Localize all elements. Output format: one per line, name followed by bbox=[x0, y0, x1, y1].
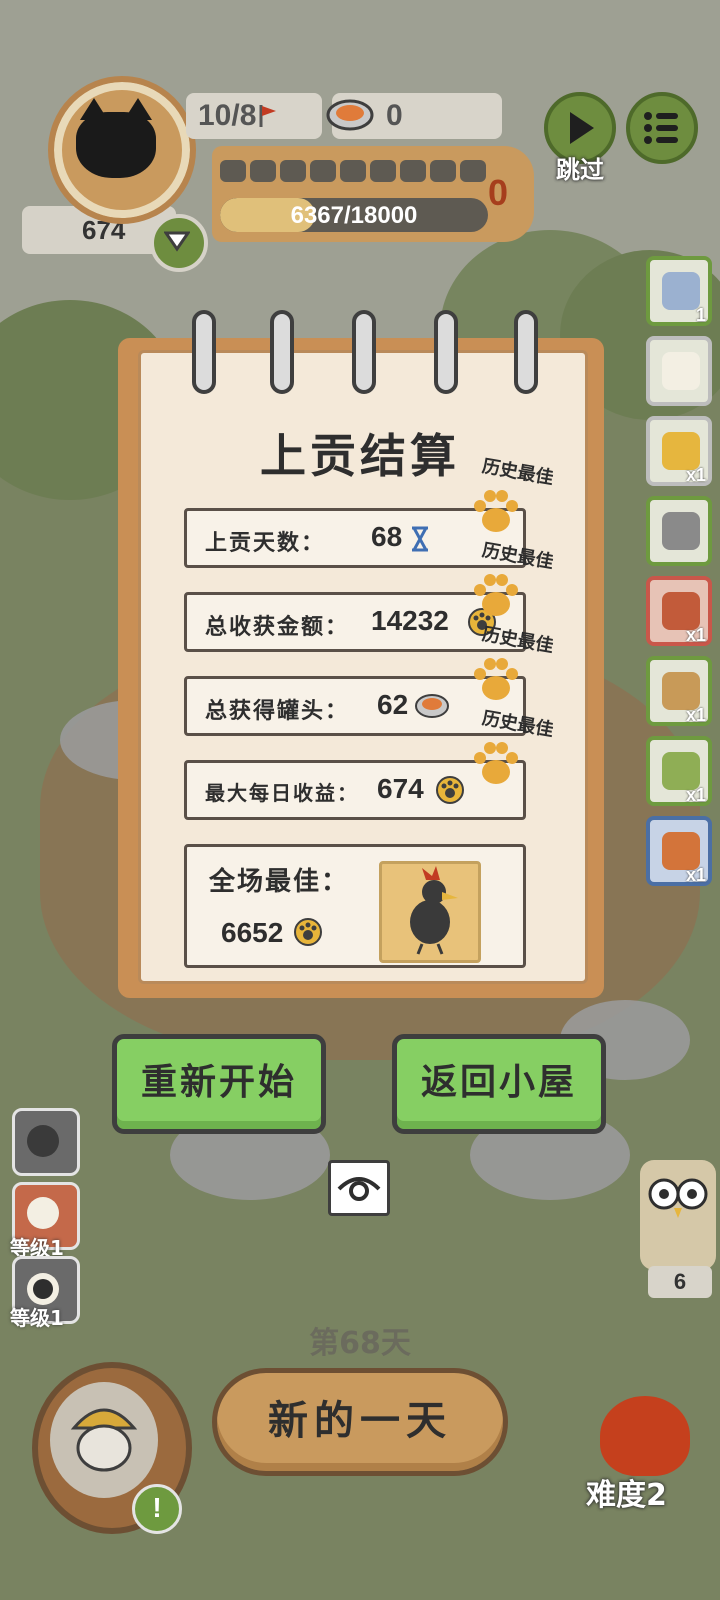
flag-icon bbox=[259, 105, 277, 127]
stat-label: 总获得罐头： bbox=[205, 699, 350, 724]
eye-icon bbox=[337, 1177, 381, 1201]
collapse-hud-button[interactable] bbox=[150, 214, 208, 272]
side-item-shorts[interactable] bbox=[646, 496, 712, 566]
item-count: 1 bbox=[695, 305, 706, 325]
side-item-feather[interactable] bbox=[646, 336, 712, 406]
player-avatar[interactable] bbox=[48, 76, 196, 224]
all-best-value: 6652 bbox=[221, 917, 284, 948]
explorer-helmet-icon bbox=[70, 1408, 138, 1472]
side-item-glove[interactable]: x1 bbox=[646, 816, 712, 886]
hourglass-item-icon bbox=[662, 272, 700, 310]
level-progress-panel: 6367/18000 bbox=[212, 146, 534, 242]
paw-stamp-icon bbox=[474, 742, 518, 784]
xp-text: 6367/18000 bbox=[290, 202, 418, 229]
skip-label: 跳过 bbox=[556, 156, 604, 184]
can-icon bbox=[326, 99, 374, 131]
notebook-ring bbox=[434, 310, 458, 394]
level-segments bbox=[220, 160, 486, 182]
paw-coin-icon bbox=[436, 776, 464, 804]
stat-value: 62 bbox=[377, 689, 409, 720]
new-day-button[interactable]: 新的一天 bbox=[212, 1368, 508, 1476]
difficulty-flame-icon[interactable] bbox=[600, 1396, 690, 1476]
paw-stamp-icon bbox=[474, 658, 518, 700]
can-icon bbox=[415, 694, 449, 718]
owl-character[interactable] bbox=[640, 1160, 716, 1270]
paw-coin-icon bbox=[294, 918, 322, 946]
stat-value: 68 bbox=[371, 521, 403, 552]
hourglass-icon bbox=[412, 526, 428, 552]
side-item-cage[interactable]: x1 bbox=[646, 576, 712, 646]
feather-item-icon bbox=[662, 352, 700, 390]
explorer-cat-avatar bbox=[50, 1382, 158, 1498]
item-count: x1 bbox=[685, 785, 706, 805]
notebook-ring bbox=[192, 310, 216, 394]
menu-button[interactable] bbox=[626, 92, 698, 164]
creature-silhouette-icon bbox=[27, 1125, 59, 1157]
all-best-card: 全场最佳： 6652 bbox=[184, 844, 526, 968]
all-best-label: 全场最佳： bbox=[209, 867, 350, 897]
stat-label: 总收获金额： bbox=[205, 615, 350, 640]
best-character-portrait bbox=[379, 861, 481, 963]
left-slot-creature[interactable] bbox=[12, 1108, 80, 1176]
stat-label: 上贡天数： bbox=[205, 531, 326, 556]
stat-value: 674 bbox=[377, 773, 424, 804]
black-cat-icon bbox=[76, 98, 156, 178]
item-count: x1 bbox=[685, 625, 706, 645]
notebook-ring bbox=[352, 310, 376, 394]
notebook-ring bbox=[514, 310, 538, 394]
menu-list-icon bbox=[644, 112, 678, 144]
difficulty-label: 难度2 bbox=[586, 1478, 667, 1513]
notebook-ring bbox=[270, 310, 294, 394]
owl-icon bbox=[648, 1178, 708, 1218]
toggle-view-button[interactable] bbox=[328, 1160, 390, 1216]
day-label: 第68天 bbox=[309, 1326, 411, 1361]
side-item-bag[interactable]: x1 bbox=[646, 656, 712, 726]
stat-value: 14232 bbox=[371, 605, 449, 636]
paw-stamp-icon bbox=[474, 574, 518, 616]
restart-button[interactable]: 重新开始 bbox=[112, 1034, 326, 1134]
item-count: x1 bbox=[685, 865, 706, 885]
item-count: x1 bbox=[685, 705, 706, 725]
alert-badge[interactable]: ! bbox=[132, 1484, 182, 1534]
back-home-button[interactable]: 返回小屋 bbox=[392, 1034, 606, 1134]
xp-bar: 6367/18000 bbox=[220, 198, 488, 232]
side-zero-value: 0 bbox=[488, 172, 509, 213]
side-item-hourglass[interactable]: 1 bbox=[646, 256, 712, 326]
can-counter: 0 bbox=[326, 93, 502, 139]
owl-count: 6 bbox=[648, 1266, 712, 1298]
paw-stamp-icon bbox=[474, 490, 518, 532]
dialog-title: 上贡结算 bbox=[260, 429, 460, 483]
shorts-item-icon bbox=[662, 512, 700, 550]
rooster-icon bbox=[410, 866, 458, 955]
chevron-down-icon bbox=[164, 231, 190, 252]
side-item-helmet[interactable]: x1 bbox=[646, 736, 712, 806]
stat-label: 最大每日收益： bbox=[205, 781, 359, 805]
stage-counter: 10/8 bbox=[186, 93, 322, 139]
